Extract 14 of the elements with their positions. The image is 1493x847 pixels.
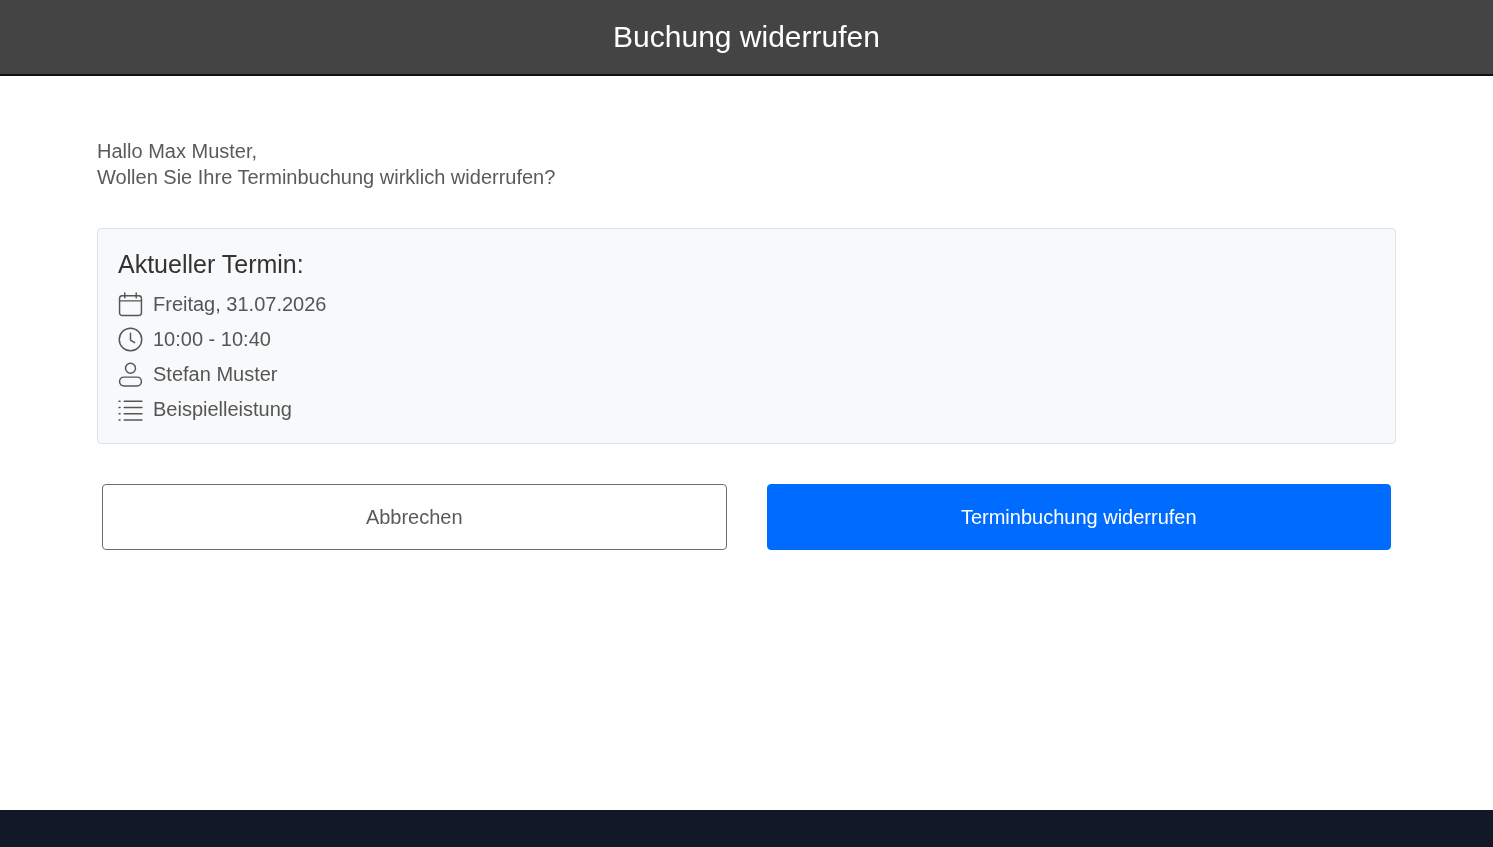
clock-icon [118, 327, 143, 352]
greeting-text: Hallo Max Muster, [97, 139, 259, 164]
revoke-booking-button[interactable]: Terminbuchung widerrufen [766, 484, 1391, 550]
user-icon [118, 362, 143, 387]
page-title: Buchung widerrufen [613, 20, 880, 54]
confirmation-question: Wollen Sie Ihre Terminbuchung wirklich widerrufen? [97, 165, 557, 190]
card-title: Aktueller Termin: [118, 249, 305, 280]
appointment-time: 10:00 - 10:40 [153, 328, 271, 351]
calendar-icon [118, 292, 143, 317]
list-icon [118, 397, 143, 422]
cancel-button[interactable]: Abbrechen [102, 484, 727, 550]
appointment-date: Freitag, 31.07.2026 [153, 293, 327, 316]
appointment-person: Stefan Muster [153, 363, 278, 386]
appointment-service: Beispielleistung [153, 398, 292, 421]
